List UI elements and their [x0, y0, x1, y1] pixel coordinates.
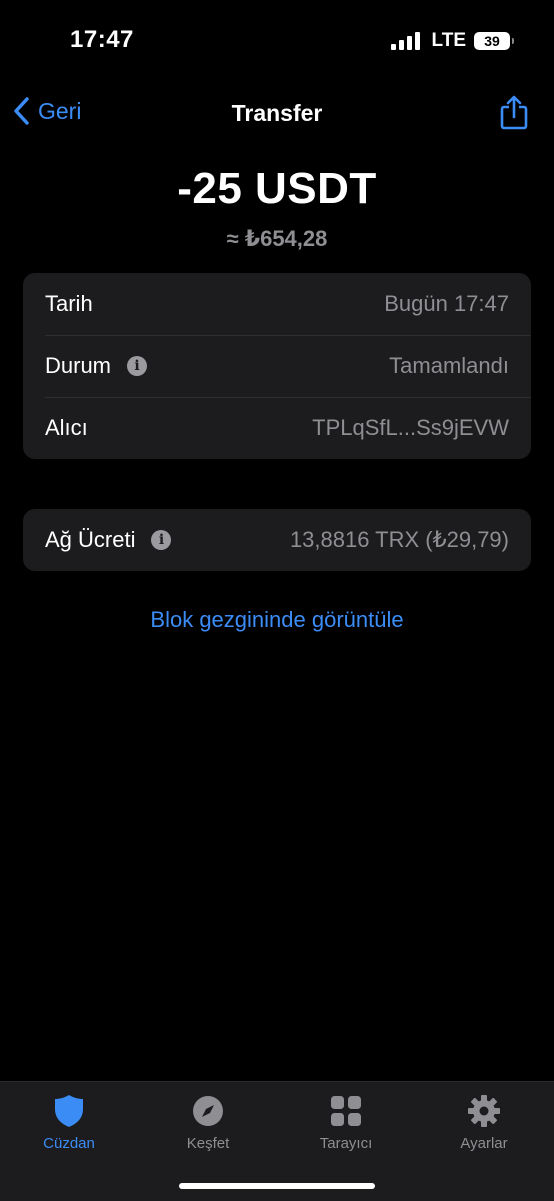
tab-label: Cüzdan [43, 1135, 95, 1152]
recipient-label: Alıcı [45, 415, 88, 440]
status-label: Durum [45, 353, 112, 378]
info-icon[interactable]: i [151, 530, 172, 550]
grid-icon [331, 1096, 361, 1126]
detail-label: Alıcı [45, 415, 88, 441]
home-indicator [179, 1183, 375, 1189]
tab-label: Tarayıcı [319, 1135, 373, 1152]
tab-browser[interactable]: Tarayıcı [286, 1094, 406, 1152]
detail-row-recipient[interactable]: Alıcı TPLqSfL...Ss9jEVW [23, 397, 531, 459]
share-icon [500, 95, 528, 130]
status-time: 17:47 [70, 26, 134, 53]
network-type: LTE [431, 30, 466, 51]
network-fee-card: Ağ Ücreti i 13,8816 TRX (₺29,79) [23, 509, 531, 571]
detail-row-date: Tarih Bugün 17:47 [23, 273, 531, 335]
detail-label: Tarih [45, 291, 93, 317]
tab-bar: Cüzdan Keşfet Tarayıcı Ayarlar [0, 1081, 554, 1201]
date-value: Bugün 17:47 [384, 291, 509, 316]
shield-icon [55, 1095, 83, 1127]
battery-level: 39 [484, 33, 500, 49]
page-title: Transfer [231, 100, 323, 126]
tab-settings[interactable]: Ayarlar [424, 1094, 544, 1152]
date-label: Tarih [45, 291, 93, 316]
tab-label: Keşfet [186, 1135, 230, 1152]
tab-wallet[interactable]: Cüzdan [9, 1094, 129, 1152]
recipient-address[interactable]: TPLqSfL...Ss9jEVW [312, 415, 509, 441]
tab-label: Ayarlar [460, 1135, 508, 1152]
battery-icon: 39 [474, 32, 514, 50]
compass-icon [193, 1096, 223, 1126]
cellular-signal-icon [390, 32, 420, 50]
detail-label: Ağ Ücreti i [45, 527, 172, 553]
status-value: Tamamlandı [389, 353, 509, 378]
fiat-amount: ≈ ₺654,28 [226, 226, 328, 251]
fee-label: Ağ Ücreti [45, 527, 136, 552]
detail-row-status: Durum i Tamamlandı [23, 335, 531, 397]
detail-row-fee: Ağ Ücreti i 13,8816 TRX (₺29,79) [23, 509, 531, 571]
share-button[interactable] [500, 94, 528, 135]
status-indicators: LTE 39 [390, 30, 514, 52]
view-in-explorer-link[interactable]: Blok gezgininde görüntüle [0, 607, 554, 633]
gear-icon [468, 1095, 500, 1127]
navigation-bar: Geri Transfer [0, 88, 554, 142]
detail-label: Durum i [45, 353, 148, 379]
transaction-amount: -25 USDT [177, 164, 377, 213]
tab-discover[interactable]: Keşfet [148, 1094, 268, 1152]
info-icon[interactable]: i [127, 356, 148, 376]
status-bar: 17:47 LTE 39 [0, 0, 554, 84]
fee-value: 13,8816 TRX (₺29,79) [289, 527, 509, 552]
transaction-details-card: Tarih Bugün 17:47 Durum i Tamamlandı Alı… [23, 273, 531, 459]
